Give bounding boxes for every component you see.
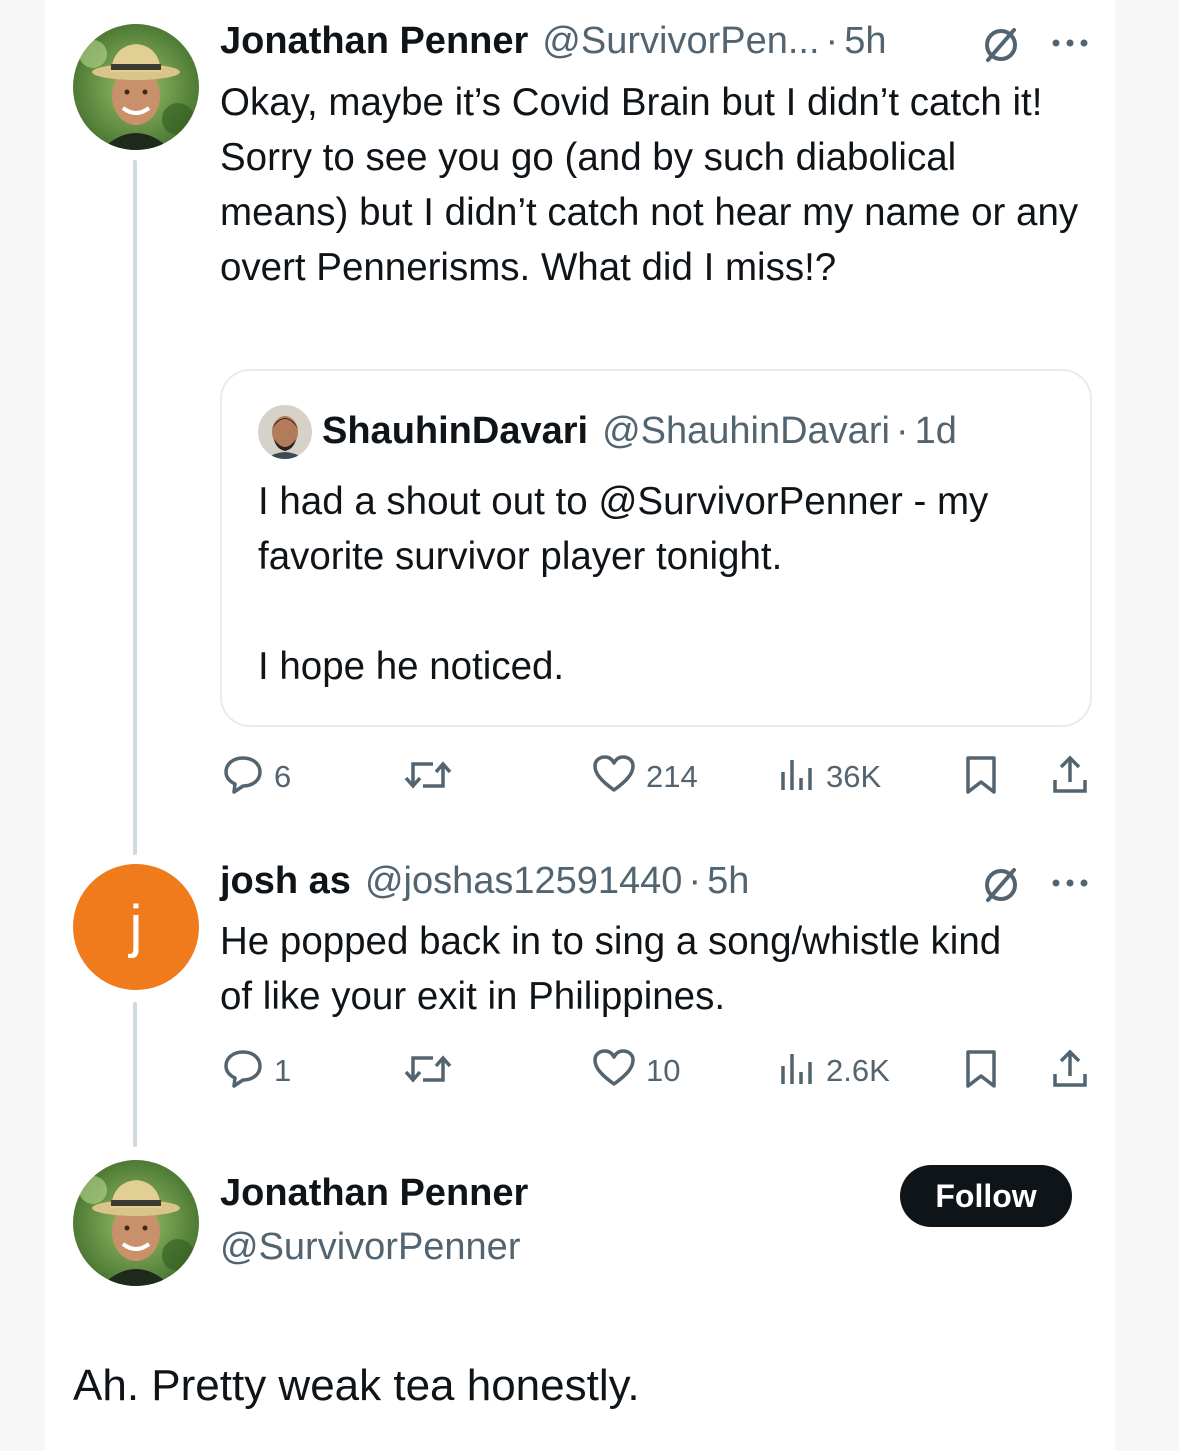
tweet-header: josh as @joshas12591440 · 5h: [220, 860, 749, 903]
author-handle[interactable]: @joshas12591440: [365, 860, 683, 903]
views-button[interactable]: 36K: [778, 754, 881, 799]
retweet-button[interactable]: [403, 1050, 453, 1093]
tweet-header: Jonathan Penner @SurvivorPen... · 5h: [220, 20, 886, 63]
tweet-text: Okay, maybe it’s Covid Brain but I didn’…: [220, 81, 1079, 289]
quoted-header: ShauhinDavari @ShauhinDavari · 1d: [322, 410, 957, 453]
like-button[interactable]: 10: [592, 1048, 680, 1093]
views-icon: [778, 754, 816, 799]
bookmark-icon[interactable]: [963, 754, 999, 796]
views-icon: [778, 1048, 816, 1093]
avatar-jonathan-penner[interactable]: [73, 24, 199, 150]
quoted-timestamp[interactable]: 1d: [915, 410, 957, 453]
reply-icon: [222, 754, 264, 799]
like-button[interactable]: 214: [592, 754, 698, 799]
quoted-author-handle[interactable]: @ShauhinDavari: [602, 410, 890, 453]
author-handle[interactable]: @SurvivorPenner: [220, 1226, 520, 1269]
more-icon[interactable]: [1050, 36, 1090, 55]
retweet-icon: [403, 1050, 453, 1093]
reply-icon: [222, 1048, 264, 1093]
like-icon: [592, 754, 636, 799]
grok-slash-icon[interactable]: [980, 24, 1022, 71]
reply-button[interactable]: 6: [222, 754, 291, 799]
timestamp[interactable]: 5h: [844, 20, 886, 63]
like-count: 214: [646, 758, 698, 794]
tweet-text: He popped back in to sing a song/whistle…: [220, 920, 1002, 1018]
grok-slash-icon[interactable]: [980, 864, 1022, 911]
like-count: 10: [646, 1052, 681, 1088]
retweet-button[interactable]: [403, 756, 453, 799]
quoted-author-name[interactable]: ShauhinDavari: [322, 410, 588, 453]
views-button[interactable]: 2.6K: [778, 1048, 890, 1093]
avatar-letter: j: [129, 894, 143, 959]
author-name[interactable]: Jonathan Penner: [220, 20, 528, 63]
thread-line: [133, 160, 137, 855]
bookmark-icon[interactable]: [963, 1048, 999, 1090]
avatar-shauhin-davari[interactable]: [258, 405, 312, 459]
share-icon[interactable]: [1050, 754, 1090, 796]
avatar-josh-as[interactable]: j: [73, 864, 199, 990]
separator: ·: [895, 410, 909, 452]
author-name[interactable]: Jonathan Penner: [220, 1172, 528, 1215]
reply-button[interactable]: 1: [222, 1048, 291, 1093]
separator: ·: [688, 860, 702, 902]
retweet-icon: [403, 756, 453, 799]
reply-count: 6: [274, 758, 292, 794]
like-icon: [592, 1048, 636, 1093]
avatar-jonathan-penner[interactable]: [73, 1160, 199, 1286]
thread-line: [133, 1002, 137, 1147]
separator: ·: [825, 20, 839, 62]
quoted-text-line2: I hope he noticed.: [258, 645, 565, 688]
view-count: 2.6K: [826, 1052, 890, 1088]
share-icon[interactable]: [1050, 1048, 1090, 1090]
follow-button[interactable]: Follow: [900, 1165, 1072, 1227]
timestamp[interactable]: 5h: [707, 860, 749, 903]
quoted-text-line1: I had a shout out to @SurvivorPenner - m…: [258, 480, 989, 578]
author-name[interactable]: josh as: [220, 860, 351, 903]
view-count: 36K: [826, 758, 882, 794]
author-handle[interactable]: @SurvivorPen...: [542, 20, 819, 63]
reply-count: 1: [274, 1052, 292, 1088]
main-tweet-text: Ah. Pretty weak tea honestly.: [73, 1361, 640, 1410]
more-icon[interactable]: [1050, 876, 1090, 895]
